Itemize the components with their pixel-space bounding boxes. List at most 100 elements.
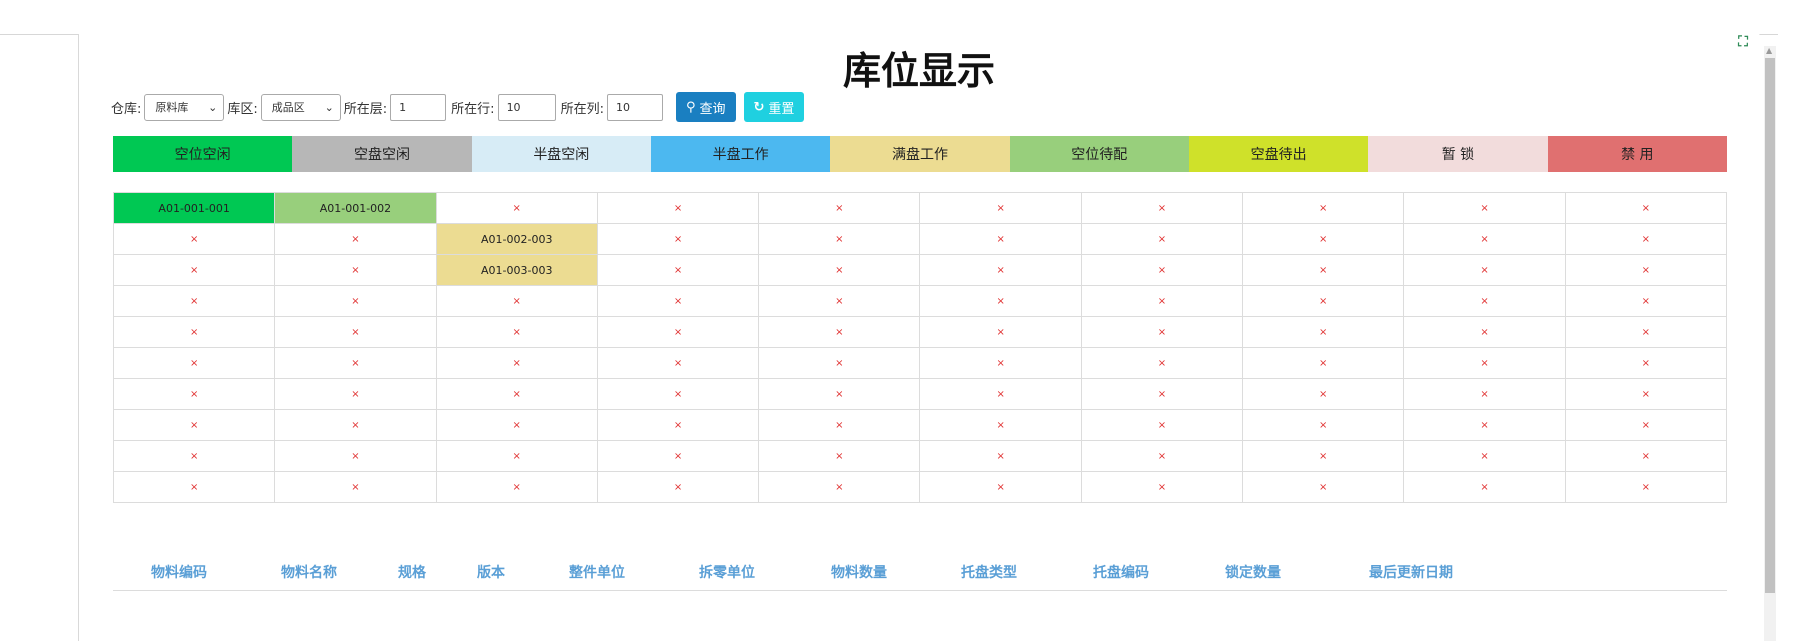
- empty-location-cell[interactable]: ×: [758, 471, 921, 503]
- empty-location-cell[interactable]: ×: [1242, 347, 1405, 379]
- empty-location-cell[interactable]: ×: [758, 223, 921, 255]
- empty-location-cell[interactable]: ×: [1080, 254, 1244, 286]
- empty-location-cell[interactable]: ×: [1403, 471, 1566, 503]
- empty-location-cell[interactable]: ×: [1564, 223, 1728, 255]
- location-cell[interactable]: A01-003-003: [435, 254, 598, 286]
- empty-location-cell[interactable]: ×: [1242, 471, 1405, 503]
- empty-location-cell[interactable]: ×: [274, 440, 437, 472]
- empty-location-cell[interactable]: ×: [758, 285, 921, 317]
- scrollbar-thumb[interactable]: [1765, 58, 1775, 593]
- empty-location-cell[interactable]: ×: [758, 440, 921, 472]
- empty-location-cell[interactable]: ×: [919, 223, 1082, 255]
- empty-location-cell[interactable]: ×: [1080, 378, 1244, 410]
- empty-location-cell[interactable]: ×: [919, 316, 1082, 348]
- empty-location-cell[interactable]: ×: [1564, 378, 1728, 410]
- empty-location-cell[interactable]: ×: [596, 409, 760, 441]
- empty-location-cell[interactable]: ×: [274, 471, 437, 503]
- empty-location-cell[interactable]: ×: [435, 192, 598, 224]
- empty-location-cell[interactable]: ×: [1564, 192, 1728, 224]
- expand-icon[interactable]: ⛶: [1735, 34, 1751, 50]
- empty-location-cell[interactable]: ×: [1403, 378, 1566, 410]
- empty-location-cell[interactable]: ×: [112, 347, 276, 379]
- empty-location-cell[interactable]: ×: [1403, 192, 1566, 224]
- empty-location-cell[interactable]: ×: [112, 254, 276, 286]
- empty-location-cell[interactable]: ×: [1242, 440, 1405, 472]
- empty-location-cell[interactable]: ×: [758, 347, 921, 379]
- empty-location-cell[interactable]: ×: [1080, 471, 1244, 503]
- empty-location-cell[interactable]: ×: [112, 285, 276, 317]
- empty-location-cell[interactable]: ×: [274, 316, 437, 348]
- empty-location-cell[interactable]: ×: [596, 254, 760, 286]
- empty-location-cell[interactable]: ×: [596, 285, 760, 317]
- empty-location-cell[interactable]: ×: [112, 223, 276, 255]
- empty-location-cell[interactable]: ×: [1564, 347, 1728, 379]
- empty-location-cell[interactable]: ×: [919, 471, 1082, 503]
- empty-location-cell[interactable]: ×: [1403, 316, 1566, 348]
- empty-location-cell[interactable]: ×: [1403, 285, 1566, 317]
- empty-location-cell[interactable]: ×: [1242, 378, 1405, 410]
- warehouse-select[interactable]: 原料库 ⌄: [144, 93, 225, 121]
- empty-location-cell[interactable]: ×: [596, 316, 760, 348]
- empty-location-cell[interactable]: ×: [112, 316, 276, 348]
- empty-location-cell[interactable]: ×: [919, 285, 1082, 317]
- empty-location-cell[interactable]: ×: [1080, 316, 1244, 348]
- empty-location-cell[interactable]: ×: [1564, 285, 1728, 317]
- empty-location-cell[interactable]: ×: [1403, 440, 1566, 472]
- empty-location-cell[interactable]: ×: [1080, 347, 1244, 379]
- empty-location-cell[interactable]: ×: [1564, 409, 1728, 441]
- empty-location-cell[interactable]: ×: [758, 378, 921, 410]
- reset-button[interactable]: ↻ 重置: [743, 92, 805, 122]
- empty-location-cell[interactable]: ×: [1242, 285, 1405, 317]
- empty-location-cell[interactable]: ×: [1403, 254, 1566, 286]
- empty-location-cell[interactable]: ×: [112, 440, 276, 472]
- empty-location-cell[interactable]: ×: [1080, 192, 1244, 224]
- empty-location-cell[interactable]: ×: [112, 409, 276, 441]
- empty-location-cell[interactable]: ×: [596, 378, 760, 410]
- empty-location-cell[interactable]: ×: [274, 409, 437, 441]
- empty-location-cell[interactable]: ×: [596, 347, 760, 379]
- empty-location-cell[interactable]: ×: [596, 471, 760, 503]
- empty-location-cell[interactable]: ×: [1564, 440, 1728, 472]
- area-select[interactable]: 成品区 ⌄: [260, 93, 341, 121]
- location-cell[interactable]: A01-001-002: [274, 192, 437, 224]
- vertical-scrollbar[interactable]: ▲: [1764, 46, 1776, 641]
- empty-location-cell[interactable]: ×: [435, 440, 598, 472]
- empty-location-cell[interactable]: ×: [1242, 316, 1405, 348]
- empty-location-cell[interactable]: ×: [919, 192, 1082, 224]
- empty-location-cell[interactable]: ×: [274, 223, 437, 255]
- scroll-up-icon[interactable]: ▲: [1766, 46, 1772, 55]
- empty-location-cell[interactable]: ×: [596, 192, 760, 224]
- empty-location-cell[interactable]: ×: [435, 316, 598, 348]
- empty-location-cell[interactable]: ×: [596, 223, 760, 255]
- empty-location-cell[interactable]: ×: [596, 440, 760, 472]
- empty-location-cell[interactable]: ×: [274, 254, 437, 286]
- empty-location-cell[interactable]: ×: [919, 378, 1082, 410]
- empty-location-cell[interactable]: ×: [1403, 409, 1566, 441]
- empty-location-cell[interactable]: ×: [1080, 440, 1244, 472]
- empty-location-cell[interactable]: ×: [1242, 254, 1405, 286]
- empty-location-cell[interactable]: ×: [274, 347, 437, 379]
- empty-location-cell[interactable]: ×: [1242, 192, 1405, 224]
- empty-location-cell[interactable]: ×: [758, 316, 921, 348]
- empty-location-cell[interactable]: ×: [274, 378, 437, 410]
- col-input[interactable]: 10: [606, 93, 663, 121]
- empty-location-cell[interactable]: ×: [274, 285, 437, 317]
- location-cell[interactable]: A01-001-001: [112, 192, 276, 224]
- empty-location-cell[interactable]: ×: [919, 347, 1082, 379]
- empty-location-cell[interactable]: ×: [1080, 223, 1244, 255]
- empty-location-cell[interactable]: ×: [1564, 316, 1728, 348]
- empty-location-cell[interactable]: ×: [1564, 471, 1728, 503]
- empty-location-cell[interactable]: ×: [1403, 347, 1566, 379]
- floor-input[interactable]: 1: [390, 93, 447, 121]
- empty-location-cell[interactable]: ×: [1403, 223, 1566, 255]
- empty-location-cell[interactable]: ×: [919, 409, 1082, 441]
- empty-location-cell[interactable]: ×: [1564, 254, 1728, 286]
- empty-location-cell[interactable]: ×: [919, 254, 1082, 286]
- empty-location-cell[interactable]: ×: [1242, 223, 1405, 255]
- empty-location-cell[interactable]: ×: [112, 378, 276, 410]
- empty-location-cell[interactable]: ×: [435, 471, 598, 503]
- empty-location-cell[interactable]: ×: [435, 285, 598, 317]
- empty-location-cell[interactable]: ×: [758, 409, 921, 441]
- empty-location-cell[interactable]: ×: [435, 378, 598, 410]
- empty-location-cell[interactable]: ×: [1242, 409, 1405, 441]
